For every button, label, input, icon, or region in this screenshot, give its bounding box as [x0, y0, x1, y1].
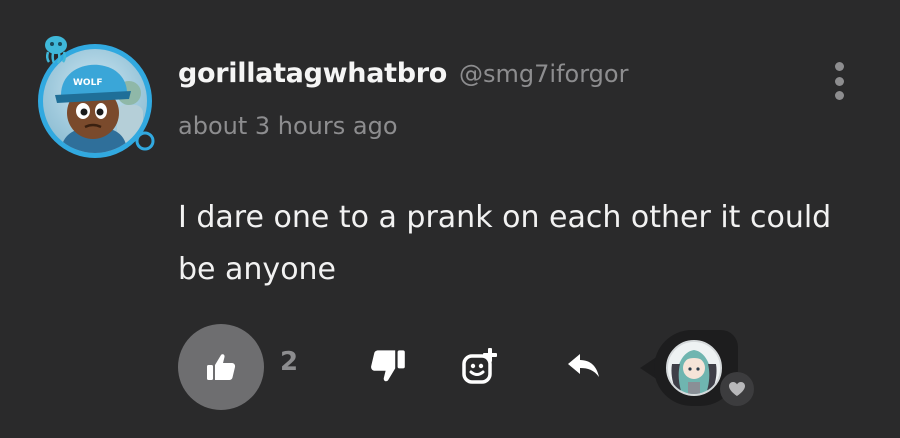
svg-text:WOLF: WOLF: [73, 78, 102, 88]
more-vertical-icon: [834, 62, 844, 71]
thumbs-up-icon: [207, 354, 236, 380]
thumbs-down-icon: [371, 350, 405, 382]
bubble-decoration-icon: [135, 131, 155, 151]
avatar[interactable]: WOLF: [36, 34, 158, 158]
reply-icon: [568, 354, 599, 377]
heart-icon: [729, 382, 745, 396]
jellyfish-badge-icon: [45, 36, 67, 64]
comment-header: gorillatagwhatbro @smg7iforgor: [178, 58, 628, 89]
comment-card: WOLF gorillatagwhatbro @smg7iforgor abou…: [0, 0, 900, 438]
heart-badge: [720, 372, 754, 406]
more-options-button[interactable]: [822, 62, 856, 100]
reply-button[interactable]: [566, 350, 602, 380]
comment-body: I dare one to a prank on each other it c…: [178, 200, 832, 287]
user-handle: @smg7iforgor: [459, 60, 629, 88]
like-count: 2: [280, 347, 299, 377]
comment-timestamp: about 3 hours ago: [178, 112, 398, 140]
add-reaction-icon: [462, 348, 497, 384]
add-reaction-button[interactable]: [460, 346, 500, 386]
creator-avatar-image: [668, 342, 720, 394]
avatar-character-icon: WOLF: [55, 64, 143, 153]
creator-heart: [640, 330, 760, 410]
creator-avatar: [666, 340, 722, 396]
like-button[interactable]: [178, 324, 264, 410]
username-link[interactable]: gorillatagwhatbro: [178, 58, 447, 89]
dislike-button[interactable]: [370, 348, 406, 384]
